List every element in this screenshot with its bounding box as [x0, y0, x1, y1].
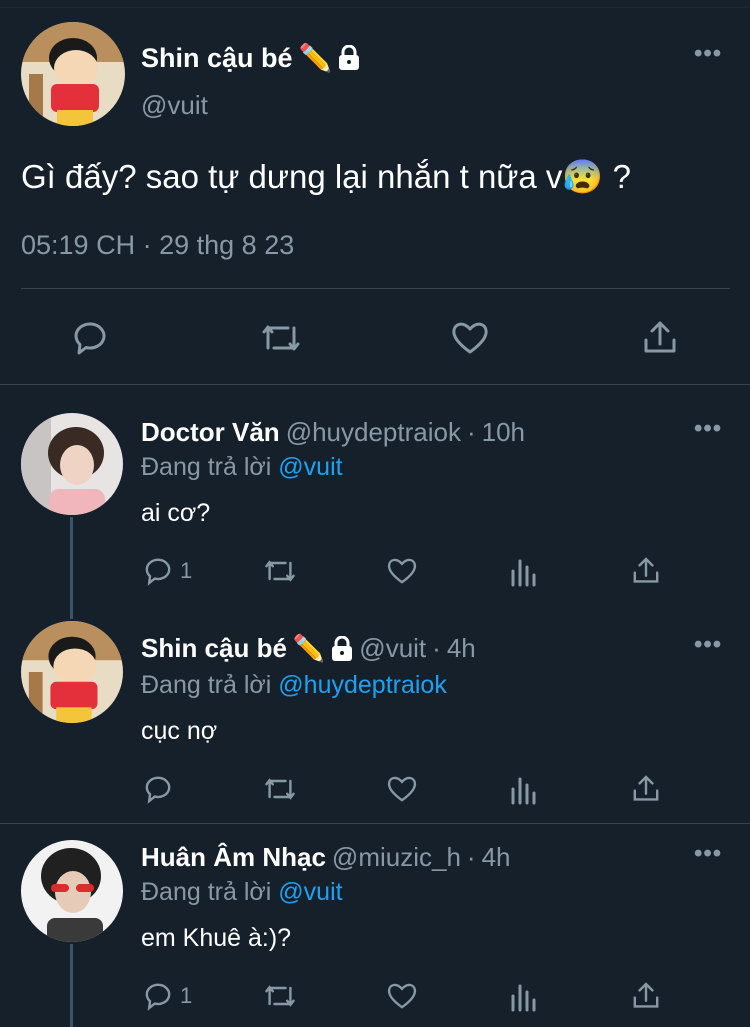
- tweet-timestamp[interactable]: 05:19 CH · 29 thg 8 23: [21, 230, 294, 261]
- tweet-text: em Khuê à:)?: [141, 924, 292, 952]
- replying-to: Đang trả lời @vuit: [141, 453, 343, 482]
- display-name[interactable]: Huân Âm Nhạc: [141, 842, 326, 873]
- main-tweet: Shin cậu bé ✏️ @vuit ••• Gì đấy? sao tự …: [0, 0, 750, 385]
- display-name[interactable]: Shin cậu bé ✏️: [141, 42, 360, 74]
- avatar[interactable]: [21, 840, 123, 942]
- separator: ·: [432, 633, 441, 663]
- mention-link[interactable]: @vuit: [278, 453, 342, 481]
- reply-icon[interactable]: [142, 773, 174, 805]
- separator: ·: [466, 417, 476, 447]
- reply-icon: [145, 558, 171, 586]
- like-icon[interactable]: [450, 318, 490, 358]
- thread-line: [70, 944, 73, 1027]
- tweet-date: 29 thg 8 23: [159, 230, 295, 260]
- mention-link[interactable]: @vuit: [278, 878, 342, 906]
- handle[interactable]: @huydeptraiok: [286, 417, 461, 448]
- avatar[interactable]: [21, 621, 123, 723]
- reply-header: Huân Âm Nhạc @miuzic_h · 4h: [141, 842, 511, 873]
- tweet-actions: [0, 310, 750, 366]
- divider: [0, 384, 750, 385]
- handle[interactable]: @vuit: [141, 90, 208, 121]
- like-icon[interactable]: [386, 555, 418, 587]
- analytics-icon[interactable]: [510, 773, 538, 805]
- more-options-icon[interactable]: •••: [694, 631, 722, 659]
- avatar[interactable]: [21, 413, 123, 515]
- pencil-emoji: ✏️: [292, 633, 326, 664]
- share-icon[interactable]: [630, 980, 662, 1012]
- reply-tweet[interactable]: Huân Âm Nhạc @miuzic_h · 4h ••• Đang trả…: [0, 824, 750, 1027]
- more-options-icon[interactable]: •••: [694, 40, 722, 68]
- reply-action[interactable]: 1: [142, 980, 192, 1012]
- lock-icon: [332, 635, 353, 661]
- display-name[interactable]: Shin cậu bé: [141, 633, 287, 664]
- share-icon[interactable]: [630, 773, 662, 805]
- divider: [21, 288, 730, 289]
- lock-icon: [339, 45, 360, 70]
- tweet-time: 05:19 CH: [21, 230, 136, 260]
- tweet-age[interactable]: 10h: [482, 417, 525, 448]
- reply-icon: [145, 983, 171, 1011]
- separator: ·: [142, 230, 152, 260]
- retweet-icon[interactable]: [262, 555, 298, 587]
- replying-prefix: Đang trả lời: [141, 878, 272, 906]
- reply-count: 1: [180, 983, 193, 1008]
- tweet-text: cục nợ: [141, 717, 218, 745]
- mention-link[interactable]: @huydeptraiok: [278, 671, 447, 699]
- separator: ·: [466, 842, 476, 872]
- reply-tweet[interactable]: Shin cậu bé ✏️ @vuit · 4h ••• Đang trả l…: [0, 605, 750, 820]
- share-icon[interactable]: [640, 318, 680, 358]
- replying-prefix: Đang trả lời: [141, 453, 272, 481]
- share-icon[interactable]: [630, 555, 662, 587]
- tweet-age[interactable]: 4h: [447, 633, 476, 664]
- retweet-icon[interactable]: [262, 773, 298, 805]
- more-options-icon[interactable]: •••: [694, 840, 722, 868]
- replying-to: Đang trả lời @vuit: [141, 878, 343, 907]
- replying-to: Đang trả lời @huydeptraiok: [141, 671, 447, 700]
- reply-tweet[interactable]: Doctor Văn @huydeptraiok · 10h ••• Đang …: [0, 395, 750, 613]
- handle[interactable]: @vuit: [359, 633, 426, 664]
- like-icon[interactable]: [386, 980, 418, 1012]
- display-name-text: Shin cậu bé: [141, 42, 293, 73]
- tweet-text: Gì đấy? sao tự dưng lại nhắn t nữa v😰 ?: [21, 158, 632, 195]
- display-name[interactable]: Doctor Văn: [141, 417, 280, 448]
- thread-line: [70, 605, 73, 619]
- thread-line: [70, 517, 73, 613]
- retweet-icon[interactable]: [260, 318, 302, 358]
- analytics-icon[interactable]: [510, 555, 538, 587]
- avatar[interactable]: [21, 22, 125, 126]
- retweet-icon[interactable]: [262, 980, 298, 1012]
- like-icon[interactable]: [386, 773, 418, 805]
- replying-prefix: Đang trả lời: [141, 671, 272, 699]
- pencil-emoji: ✏️: [298, 43, 333, 74]
- reply-header: Shin cậu bé ✏️ @vuit · 4h: [141, 633, 476, 664]
- analytics-icon[interactable]: [510, 980, 538, 1012]
- reply-count: 1: [180, 558, 193, 583]
- reply-icon[interactable]: [70, 318, 110, 358]
- handle[interactable]: @miuzic_h: [332, 842, 461, 873]
- tweet-age[interactable]: 4h: [482, 842, 511, 873]
- tweet-text: ai cơ?: [141, 499, 211, 527]
- reply-action[interactable]: 1: [142, 555, 192, 587]
- reply-header: Doctor Văn @huydeptraiok · 10h: [141, 417, 525, 448]
- more-options-icon[interactable]: •••: [694, 415, 722, 443]
